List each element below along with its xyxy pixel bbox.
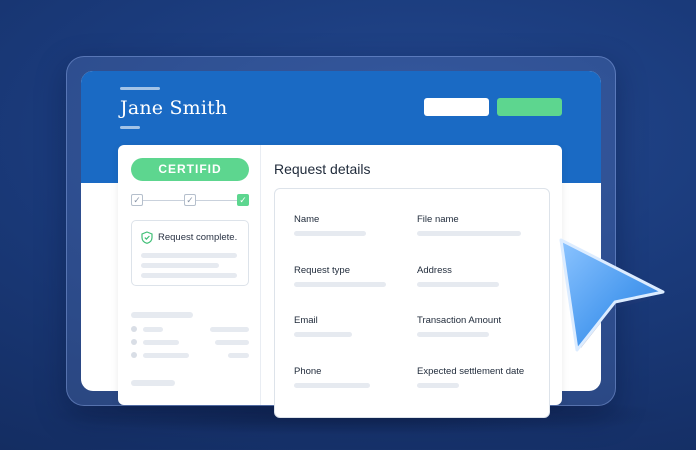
field-address-label: Address — [417, 265, 452, 276]
title-accent-bar — [120, 87, 160, 90]
field-expected-settlement-date-label: Expected settlement date — [417, 366, 525, 377]
list-placeholder-label — [143, 340, 179, 345]
field-request-type-value — [294, 282, 386, 287]
status-placeholder-line — [141, 253, 237, 258]
list-bullet — [131, 352, 137, 358]
progress-stepper: ✓ ✓ ✓ — [131, 194, 251, 208]
field-file-name-value — [417, 231, 521, 236]
request-card: CERTIFID ✓ ✓ ✓ Request complete. Request… — [118, 145, 562, 418]
field-name-label: Name — [294, 214, 320, 225]
field-phone-label: Phone — [294, 366, 322, 377]
user-name-title: Jane Smith — [120, 97, 228, 119]
field-email-value — [294, 332, 352, 337]
request-details-title: Request details — [274, 161, 371, 177]
list-bullet — [131, 326, 137, 332]
shield-check-icon — [141, 231, 153, 244]
section-placeholder-heading — [131, 312, 193, 318]
list-placeholder-value — [215, 340, 249, 345]
field-file-name-label: File name — [417, 214, 459, 225]
step-3-check-icon[interactable]: ✓ — [237, 194, 249, 206]
list-placeholder-value — [228, 353, 249, 358]
certifid-badge: CERTIFID — [131, 158, 249, 181]
title-underline-bar — [120, 126, 140, 129]
status-placeholder-line — [141, 273, 237, 278]
field-transaction-amount-label: Transaction Amount — [417, 315, 502, 326]
card-main: Request details Name File name Request t… — [261, 145, 562, 418]
list-placeholder-value — [210, 327, 249, 332]
list-placeholder-label — [143, 353, 189, 358]
mouse-pointer-icon — [559, 238, 665, 352]
list-placeholder-label — [143, 327, 163, 332]
card-sidebar: CERTIFID ✓ ✓ ✓ Request complete. — [118, 145, 261, 405]
request-status-box: Request complete. — [131, 220, 249, 286]
status-placeholder-line — [141, 263, 219, 268]
field-expected-settlement-date-value — [417, 383, 459, 388]
step-2-check-icon[interactable]: ✓ — [184, 194, 196, 206]
header-primary-button[interactable] — [497, 98, 562, 116]
field-transaction-amount-value — [417, 332, 489, 337]
step-1-check-icon[interactable]: ✓ — [131, 194, 143, 206]
section-placeholder-heading — [131, 380, 175, 386]
list-bullet — [131, 339, 137, 345]
request-details-box: Name File name Request type Address Emai… — [274, 188, 550, 418]
field-request-type-label: Request type — [294, 265, 350, 276]
header-secondary-button[interactable] — [424, 98, 489, 116]
field-name-value — [294, 231, 366, 236]
field-phone-value — [294, 383, 370, 388]
status-text: Request complete. — [158, 232, 238, 243]
field-address-value — [417, 282, 499, 287]
field-email-label: Email — [294, 315, 318, 326]
